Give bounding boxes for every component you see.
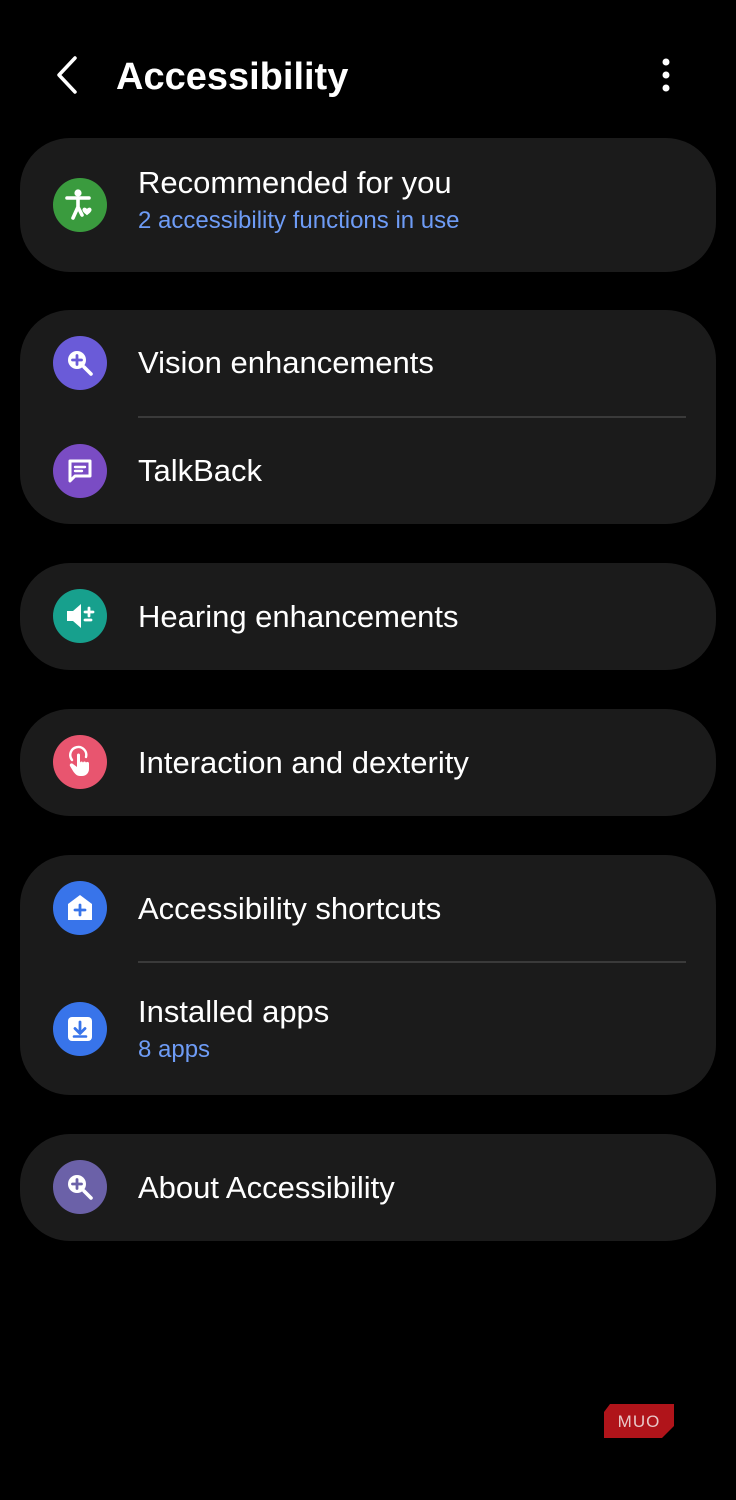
zoom-in-icon (53, 1160, 107, 1214)
zoom-in-icon (53, 336, 107, 390)
speaker-plus-icon (53, 589, 107, 643)
accessibility-shortcuts-title: Accessibility shortcuts (138, 891, 442, 926)
interaction-dexterity-title: Interaction and dexterity (138, 745, 469, 780)
accessibility-shortcuts-item[interactable]: Accessibility shortcuts (20, 855, 716, 962)
shortcuts-apps-card: Accessibility shortcuts Installed apps 8… (20, 855, 716, 1095)
interaction-card: Interaction and dexterity (20, 709, 716, 816)
muo-watermark-logo: MUO (604, 1404, 674, 1438)
vision-enhancements-title: Vision enhancements (138, 345, 434, 380)
chevron-left-icon (55, 55, 81, 100)
recommended-for-you-item[interactable]: Recommended for you 2 accessibility func… (20, 138, 716, 272)
about-card: About Accessibility (20, 1134, 716, 1241)
installed-apps-subtitle: 8 apps (138, 1036, 211, 1063)
hearing-enhancements-title: Hearing enhancements (138, 599, 459, 634)
about-accessibility-title: About Accessibility (138, 1170, 395, 1205)
talkback-title: TalkBack (138, 453, 263, 488)
home-plus-icon (53, 881, 107, 935)
vision-talkback-card: Vision enhancements TalkBack (20, 310, 716, 524)
recommended-card: Recommended for you 2 accessibility func… (20, 138, 716, 272)
touch-hand-icon (53, 735, 107, 789)
talkback-item[interactable]: TalkBack (20, 418, 716, 524)
recommended-title: Recommended for you (138, 165, 452, 200)
back-button[interactable] (44, 52, 92, 102)
installed-apps-item[interactable]: Installed apps 8 apps (20, 963, 716, 1095)
accessibility-person-icon (53, 178, 107, 232)
app-header: Accessibility (0, 0, 736, 140)
page-title: Accessibility (116, 56, 349, 98)
more-options-button[interactable] (642, 52, 690, 102)
hearing-card: Hearing enhancements (20, 563, 716, 670)
installed-apps-title: Installed apps (138, 994, 330, 1029)
recommended-subtitle: 2 accessibility functions in use (138, 207, 460, 234)
more-vertical-icon (661, 57, 671, 98)
chat-bubble-icon (53, 444, 107, 498)
interaction-dexterity-item[interactable]: Interaction and dexterity (20, 709, 716, 816)
about-accessibility-item[interactable]: About Accessibility (20, 1134, 716, 1241)
download-icon (53, 1002, 107, 1056)
svg-text:MUO: MUO (618, 1412, 661, 1431)
vision-enhancements-item[interactable]: Vision enhancements (20, 310, 716, 417)
hearing-enhancements-item[interactable]: Hearing enhancements (20, 563, 716, 670)
